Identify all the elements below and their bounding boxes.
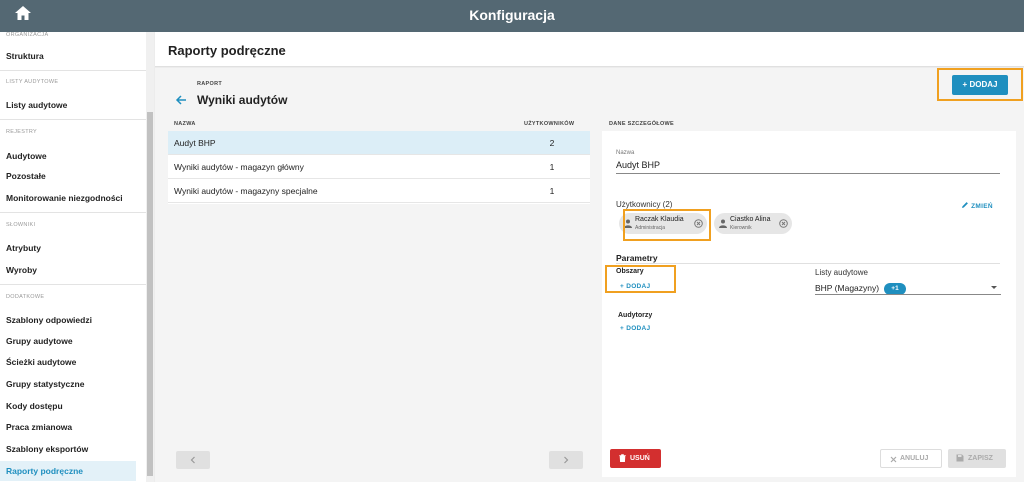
save-icon xyxy=(956,454,964,462)
sidebar-scrollbar[interactable] xyxy=(146,32,154,482)
params-title: Parametry xyxy=(616,253,658,263)
sidebar-item-kody-dostepu[interactable]: Kody dostępu xyxy=(0,396,136,416)
user-chip: Raczak Klaudia Administracja xyxy=(619,213,707,234)
sidebar-divider xyxy=(0,119,146,120)
page-header: Raporty podręczne xyxy=(155,32,1024,67)
sidebar-item-grupy-statystyczne[interactable]: Grupy statystyczne xyxy=(0,374,136,394)
table-row[interactable]: Wyniki audytów - magazyn główny 1 xyxy=(168,155,590,179)
delete-button[interactable]: USUŃ xyxy=(610,449,661,468)
edit-users-label: ZMIEŃ xyxy=(971,203,993,210)
reports-table: Audyt BHP 2 Wyniki audytów - magazyn głó… xyxy=(168,131,590,204)
sidebar-item-atrybuty[interactable]: Atrybuty xyxy=(0,238,136,258)
user-chip: Ciastko Alina Kierownik xyxy=(714,213,792,234)
users-label: Użytkownicy (2) xyxy=(616,200,673,209)
save-label: ZAPISZ xyxy=(968,455,993,462)
save-button[interactable]: ZAPISZ xyxy=(948,449,1006,468)
details-header: DANE SZCZEGÓŁOWE xyxy=(609,121,674,127)
sidebar-item-monitorowanie[interactable]: Monitorowanie niezgodności xyxy=(0,188,136,208)
add-button[interactable]: + DODAJ xyxy=(952,75,1008,95)
sidebar-item-szablony-odpowiedzi[interactable]: Szablony odpowiedzi xyxy=(0,310,136,330)
report-title: Wyniki audytów xyxy=(197,93,288,107)
remove-user-icon[interactable] xyxy=(779,219,788,228)
close-icon xyxy=(890,456,897,463)
chevron-right-icon xyxy=(564,456,569,464)
sidebar-item-audytowe[interactable]: Audytowe xyxy=(0,146,136,166)
user-chip-role: Administracja xyxy=(635,225,666,231)
sidebar-category-listy: LISTY AUDYTOWE xyxy=(6,79,59,85)
app-title: Konfiguracja xyxy=(469,7,555,23)
sidebar-item-szablony-eksportow[interactable]: Szablony eksportów xyxy=(0,439,136,459)
audit-lists-label: Listy audytowe xyxy=(815,268,868,277)
column-header-name: NAZWA xyxy=(174,121,196,127)
sidebar-category-slowniki: SŁOWNIKI xyxy=(6,222,36,228)
row-name: Wyniki audytów - magazyn główny xyxy=(174,162,304,172)
trash-icon xyxy=(619,454,626,462)
chevron-left-icon xyxy=(190,456,195,464)
table-row[interactable]: Wyniki audytów - magazyny specjalne 1 xyxy=(168,179,590,203)
delete-label: USUŃ xyxy=(630,455,650,462)
sidebar-item-grupy-audytowe[interactable]: Grupy audytowe xyxy=(0,331,136,351)
page-title: Raporty podręczne xyxy=(168,43,286,58)
sidebar-item-praca-zmianowa[interactable]: Praca zmianowa xyxy=(0,417,136,437)
name-field[interactable]: Audyt BHP xyxy=(616,160,660,170)
add-auditor-button[interactable]: + DODAJ xyxy=(620,325,650,332)
sidebar-item-pozostale[interactable]: Pozostałe xyxy=(0,166,136,186)
back-arrow-icon[interactable] xyxy=(175,93,187,105)
sidebar-item-listy-audytowe[interactable]: Listy audytowe xyxy=(0,95,136,115)
sidebar: ORGANIZACJA Struktura LISTY AUDYTOWE Lis… xyxy=(0,32,146,482)
user-chip-name: Ciastko Alina xyxy=(730,216,771,223)
sidebar-scrollbar-thumb[interactable] xyxy=(147,112,153,476)
sidebar-category-organizacja: ORGANIZACJA xyxy=(6,32,49,38)
name-field-label: Nazwa xyxy=(616,150,635,156)
user-chip-name: Raczak Klaudia xyxy=(635,216,684,223)
audit-lists-underline xyxy=(815,294,1001,295)
row-name: Audyt BHP xyxy=(174,138,216,148)
sidebar-item-raporty-podreczne[interactable]: Raporty podręczne xyxy=(0,461,136,481)
sidebar-divider xyxy=(0,70,146,71)
row-users-count: 2 xyxy=(549,138,555,148)
edit-users-button[interactable]: ZMIEŃ xyxy=(961,201,993,210)
row-users-count: 1 xyxy=(549,186,555,196)
person-icon xyxy=(719,219,727,228)
column-header-users: UŻYTKOWNIKÓW xyxy=(524,121,575,127)
sidebar-category-rejestry: REJESTRY xyxy=(6,129,38,135)
user-chip-role: Kierownik xyxy=(730,225,752,231)
sidebar-divider xyxy=(0,212,146,213)
top-bar: Konfiguracja xyxy=(0,0,1024,32)
details-panel xyxy=(602,131,1016,477)
prev-page-button[interactable] xyxy=(176,451,210,469)
chevron-down-icon[interactable] xyxy=(991,286,997,289)
sidebar-item-wyroby[interactable]: Wyroby xyxy=(0,260,136,280)
row-users-count: 1 xyxy=(549,162,555,172)
sidebar-item-struktura[interactable]: Struktura xyxy=(0,46,136,66)
audit-lists-select[interactable]: BHP (Magazyny) xyxy=(815,283,879,293)
row-name: Wyniki audytów - magazyny specjalne xyxy=(174,186,318,196)
next-page-button[interactable] xyxy=(549,451,583,469)
name-field-underline xyxy=(616,173,1000,174)
person-icon xyxy=(624,219,632,228)
params-divider xyxy=(616,263,1000,264)
sidebar-category-dodatkowe: DODATKOWE xyxy=(6,294,45,300)
report-caption: RAPORT xyxy=(197,81,223,87)
pencil-icon xyxy=(962,202,968,208)
remove-user-icon[interactable] xyxy=(694,219,703,228)
sidebar-divider xyxy=(0,284,146,285)
auditors-label: Audytorzy xyxy=(618,312,653,319)
areas-label: Obszary xyxy=(616,268,644,275)
sidebar-item-sciezki-audytowe[interactable]: Ścieżki audytowe xyxy=(0,352,136,372)
table-row[interactable]: Audyt BHP 2 xyxy=(168,131,590,155)
add-area-button[interactable]: + DODAJ xyxy=(620,283,650,290)
cancel-button[interactable]: ANULUJ xyxy=(880,449,942,468)
cancel-label: ANULUJ xyxy=(900,455,929,462)
